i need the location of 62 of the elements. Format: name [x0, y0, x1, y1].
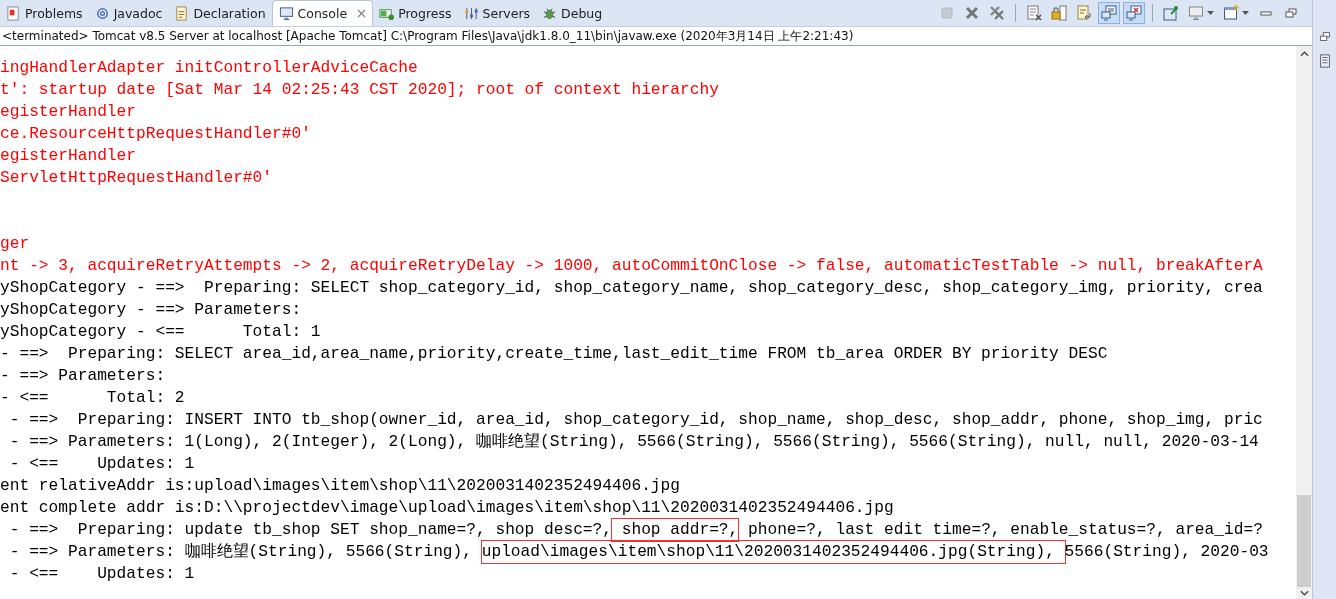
pin-icon	[1163, 5, 1179, 21]
console-text: - ==> Parameters:	[0, 366, 167, 387]
console-text: yShopCategory - <== Total: 1	[0, 322, 321, 343]
console-text: - <== Updates: 1	[8, 454, 195, 475]
monitor-icon	[1188, 5, 1204, 21]
double-close-icon	[989, 5, 1005, 21]
console-text: ingHandlerAdapter initControllerAdviceCache	[0, 58, 418, 79]
console-text: ServletHttpRequestHandler#0'	[0, 168, 272, 189]
view-tab[interactable]: Javadoc	[88, 0, 169, 26]
restore-icon	[1283, 5, 1299, 21]
toolbar-button[interactable]	[1098, 2, 1120, 24]
monitor-icon	[278, 6, 294, 21]
console-text: yShopCategory - ==> Preparing: SELECT shop_category_id, shop_category_name, shop_category_desc, shop_category_img, priority, crea	[0, 278, 1263, 299]
caret-icon	[1207, 11, 1214, 15]
sliders-icon	[463, 5, 479, 21]
stop-icon	[939, 5, 955, 21]
console-text: ce.ResourceHttpRequestHandler#0'	[0, 124, 311, 145]
scroll-up-icon[interactable]	[1299, 51, 1309, 57]
highlighted-text: shop addr=?,	[612, 519, 739, 541]
view-tab[interactable]: Progress	[373, 0, 458, 26]
document-icon	[174, 5, 190, 21]
close-icon[interactable]	[357, 9, 367, 18]
page-icon[interactable]	[1317, 54, 1332, 68]
console-text: ger	[0, 234, 30, 255]
console-text: - <== Updates: 1	[8, 564, 195, 585]
console-text: nt -> 3, acquireRetryAttempts -> 2, acquireRetryDelay -> 1000, autoCommitOnClose -> false, automaticTestTable -> null, breakAfterA	[0, 256, 1263, 277]
view-tab[interactable]: Servers	[457, 0, 537, 26]
process-label: <terminated> Tomcat v8.5 Server at localhost [Apache Tomcat] C:\Program Files\Java\jdk1.8.0_11\bin\javaw.exe (2020年3月14日 上午2:21:43)	[0, 27, 1312, 46]
scroll-down-icon[interactable]	[1299, 590, 1309, 596]
view-tab[interactable]: Problems	[0, 0, 89, 26]
scrollbar[interactable]	[1296, 46, 1312, 599]
lock-icon	[1051, 5, 1067, 21]
console-text: t': startup date [Sat Mar 14 02:25:43 CST 2020]; root of context hierarchy	[0, 80, 719, 101]
view-tab[interactable]: Console	[271, 0, 374, 26]
warning-list-icon	[6, 5, 21, 21]
console-text: - ==> Preparing: INSERT INTO tb_shop(owner_id, area_id, shop_category_id, shop_name, shop_desc, shop_addr, phone, shop_img, pric	[8, 410, 1263, 431]
console-text: egisterHandler	[0, 146, 136, 167]
console-text: ent complete addr is:D:\\projectdev\image\upload\images\item\shop\11\2020031402352494406.jpg	[0, 498, 894, 519]
console-text: - ==> Preparing: update tb_shop SET shop_name=?, shop desc=?,	[8, 520, 612, 541]
console-text: - ==> Preparing: SELECT area_id,area_name,priority,create_time,last_edit_time FROM tb_area ORDER BY priority DESC	[0, 344, 1108, 365]
console-text: phone=?, last edit time=?, enable_status=?, area_id=?	[747, 520, 1263, 541]
console-text: - ==> Parameters: 咖啡绝望(String), 5566(String),	[8, 541, 473, 563]
console-text: egisterHandler	[0, 102, 136, 123]
highlighted-text: upload\images\item\shop\11\2020031402352494406.jpg(String),	[481, 541, 1065, 563]
toolbar-button[interactable]	[1123, 2, 1145, 24]
console-text: - ==> Parameters: 1(Long), 2(Integer), 2(Long), 咖啡绝望(String), 5566(String), 5566(String), 5566(String), null, null, 2020-03-14	[8, 431, 1259, 453]
close-icon	[964, 5, 980, 21]
at-sign-icon	[94, 5, 110, 21]
toolbar-button[interactable]	[1048, 2, 1070, 24]
console-error-icon	[1126, 5, 1142, 21]
word-wrap-icon	[1076, 5, 1092, 21]
view-tab[interactable]: Declaration	[168, 0, 272, 26]
restore-icon[interactable]	[1317, 30, 1332, 44]
view-tab[interactable]: Debug	[536, 0, 609, 26]
console-text: yShopCategory - ==> Parameters:	[0, 300, 303, 321]
caret-icon	[1242, 11, 1249, 15]
console-message-icon	[1101, 5, 1117, 21]
new-window-icon	[1223, 5, 1239, 21]
console-text: ent relativeAddr is:upload\images\item\shop\11\2020031402352494406.jpg	[0, 476, 680, 497]
clear-page-icon	[1026, 5, 1042, 21]
scroll-thumb[interactable]	[1297, 495, 1311, 587]
console-text: - <== Total: 2	[0, 388, 185, 409]
